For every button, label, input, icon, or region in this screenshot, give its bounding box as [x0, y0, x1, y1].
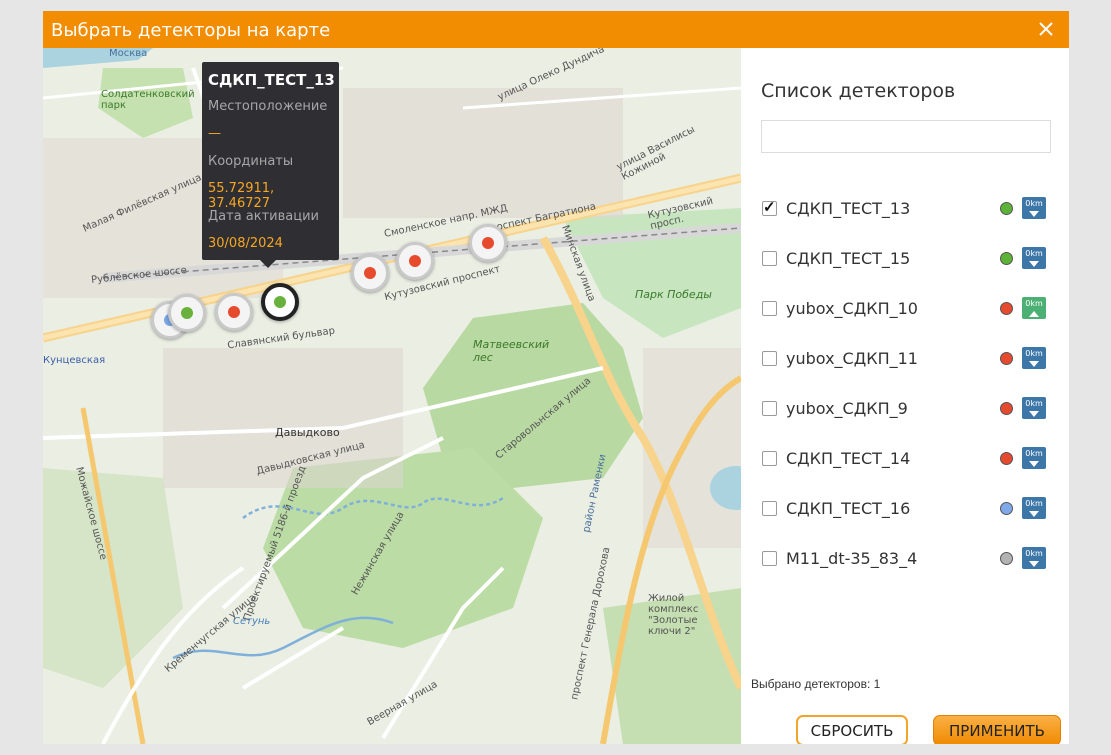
detector-name: M11_dt-35_83_4	[786, 549, 918, 568]
map-label-moskva: Москва	[109, 48, 148, 59]
map-label-kuntsevskaya: Кунцевская	[43, 355, 106, 366]
tooltip-coords-label: Координаты	[208, 154, 294, 169]
distance-label: 0km	[1025, 249, 1043, 258]
distance-badge[interactable]: 0km	[1022, 497, 1046, 519]
distance-badge[interactable]: 0km	[1022, 197, 1046, 219]
detector-row[interactable]: ✓ СДКП_ТЕСТ_13 0km	[761, 186, 1051, 236]
marker-dot	[409, 255, 421, 267]
arrow-down-icon	[1029, 361, 1039, 367]
detector-checkbox[interactable]	[762, 451, 777, 466]
tooltip-coords-value: 55.72911, 37.46727	[208, 181, 275, 211]
arrow-up-icon	[1029, 311, 1039, 317]
apply-button[interactable]: ПРИМЕНИТЬ	[933, 715, 1061, 744]
detector-name: СДКП_ТЕСТ_16	[786, 499, 911, 518]
map-label-davydkovo: Давыдково	[275, 426, 340, 439]
detector-row[interactable]: yubox_СДКП_10 0km	[761, 286, 1051, 336]
arrow-down-icon	[1029, 561, 1039, 567]
marker-red-2[interactable]	[351, 254, 389, 292]
marker-red-3[interactable]	[396, 242, 434, 280]
check-icon: ✓	[763, 199, 776, 216]
marker-selected[interactable]	[261, 283, 299, 321]
map-label-setun: Сетунь	[233, 616, 271, 627]
detector-row[interactable]: СДКП_ТЕСТ_15 0km	[761, 236, 1051, 286]
detector-checkbox[interactable]	[762, 401, 777, 416]
distance-label: 0km	[1025, 199, 1043, 208]
status-dot-icon	[1000, 252, 1013, 265]
marker-red-4[interactable]	[469, 224, 507, 262]
detector-row[interactable]: yubox_СДКП_11 0km	[761, 336, 1051, 386]
detector-row[interactable]: yubox_СДКП_9 0km	[761, 386, 1051, 436]
arrow-down-icon	[1029, 511, 1039, 517]
reset-button[interactable]: СБРОСИТЬ	[796, 715, 908, 744]
panel-title: Список детекторов	[761, 80, 956, 102]
marker-dot	[364, 267, 376, 279]
detector-checkbox[interactable]	[762, 351, 777, 366]
tooltip-activation-label: Дата активации	[208, 209, 320, 224]
detector-checkbox[interactable]	[762, 301, 777, 316]
tooltip-activation-value: 30/08/2024	[208, 236, 283, 251]
map-label-soldatenkovsky: Солдатенковский парк	[101, 89, 195, 111]
detector-name: yubox_СДКП_11	[786, 349, 918, 368]
detector-checkbox[interactable]: ✓	[762, 199, 777, 216]
detector-checkbox[interactable]	[762, 551, 777, 566]
marker-dot	[181, 307, 193, 319]
dialog-title: Выбрать детекторы на карте	[51, 20, 331, 41]
tooltip-location-value: —	[208, 126, 221, 141]
close-icon[interactable]	[1037, 20, 1055, 38]
marker-dot	[228, 306, 240, 318]
detector-search-input[interactable]	[761, 120, 1051, 153]
detector-row[interactable]: СДКП_ТЕСТ_16 0km	[761, 486, 1051, 536]
status-dot-icon	[1000, 452, 1013, 465]
tooltip-detector-name: СДКП_ТЕСТ_13	[208, 71, 335, 89]
arrow-down-icon	[1029, 261, 1039, 267]
status-dot-icon	[1000, 202, 1013, 215]
distance-label: 0km	[1025, 349, 1043, 358]
detector-map-dialog: Выбрать детекторы на карте Солдатенковск…	[43, 11, 1069, 744]
detector-row[interactable]: M11_dt-35_83_4 0km	[761, 536, 1051, 586]
detector-list-panel: Список детекторов ✓ СДКП_ТЕСТ_13 0km СДКП_Т…	[741, 48, 1069, 744]
distance-label: 0km	[1025, 399, 1043, 408]
marker-green-left[interactable]	[168, 294, 206, 332]
dialog-titlebar: Выбрать детекторы на карте	[43, 11, 1069, 48]
detector-list: ✓ СДКП_ТЕСТ_13 0km СДКП_ТЕСТ_15 0km yubox_СДК…	[761, 186, 1051, 586]
status-dot-icon	[1000, 302, 1013, 315]
distance-badge[interactable]: 0km	[1022, 397, 1046, 419]
status-dot-icon	[1000, 502, 1013, 515]
map-view[interactable]: Солдатенковский парк Москва улица Олеко …	[43, 48, 741, 744]
detector-name: yubox_СДКП_10	[786, 299, 918, 318]
distance-badge[interactable]: 0km	[1022, 297, 1046, 319]
map-label-park-pobedy: Парк Победы	[635, 288, 712, 301]
detector-name: СДКП_ТЕСТ_13	[786, 199, 911, 218]
marker-red-1[interactable]	[215, 293, 253, 331]
distance-label: 0km	[1025, 299, 1043, 308]
status-dot-icon	[1000, 402, 1013, 415]
marker-dot	[482, 237, 494, 249]
detector-name: СДКП_ТЕСТ_15	[786, 249, 911, 268]
detector-tooltip: СДКП_ТЕСТ_13 Местоположение — Координаты…	[202, 62, 339, 268]
marker-dot	[274, 296, 286, 308]
distance-badge[interactable]: 0km	[1022, 247, 1046, 269]
status-dot-icon	[1000, 352, 1013, 365]
detector-checkbox[interactable]	[762, 251, 777, 266]
detector-name: yubox_СДКП_9	[786, 399, 908, 418]
detector-row[interactable]: СДКП_ТЕСТ_14 0km	[761, 436, 1051, 486]
arrow-down-icon	[1029, 411, 1039, 417]
distance-label: 0km	[1025, 549, 1043, 558]
distance-badge[interactable]: 0km	[1022, 547, 1046, 569]
distance-label: 0km	[1025, 449, 1043, 458]
distance-label: 0km	[1025, 499, 1043, 508]
arrow-down-icon	[1029, 461, 1039, 467]
detector-name: СДКП_ТЕСТ_14	[786, 449, 911, 468]
detector-checkbox[interactable]	[762, 501, 777, 516]
distance-badge[interactable]: 0km	[1022, 347, 1046, 369]
tooltip-location-label: Местоположение	[208, 99, 328, 114]
arrow-down-icon	[1029, 211, 1039, 217]
map-label-matveevsky: Матвеевский лес	[473, 338, 550, 364]
selected-count: Выбрано детекторов: 1	[751, 677, 881, 691]
distance-badge[interactable]: 0km	[1022, 447, 1046, 469]
map-label-zolotye: Жилой комплекс "Золотые ключи 2"	[648, 593, 699, 637]
status-dot-icon	[1000, 552, 1013, 565]
